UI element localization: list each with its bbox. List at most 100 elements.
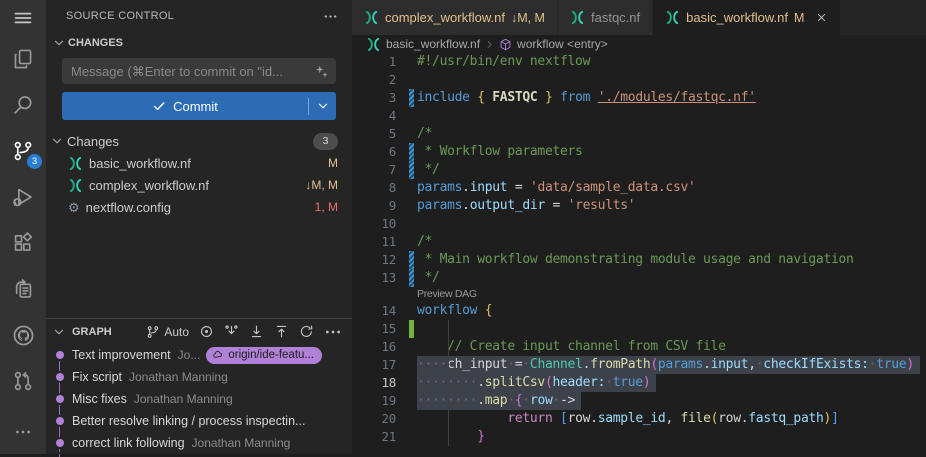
code-line[interactable]: 6 * Workflow parameters [352,143,926,161]
target-icon[interactable] [199,324,214,339]
code-token: , [665,410,680,428]
pull-icon[interactable] [249,324,264,339]
code-line[interactable]: 10 [352,215,926,233]
code-token: header: [553,375,606,390]
commit-button[interactable]: Commit [62,92,336,120]
breadcrumb-item[interactable]: basic_workflow.nf [366,37,480,52]
code-token [553,410,561,428]
code-line[interactable]: 13 */ [352,269,926,287]
push-icon[interactable] [274,324,289,339]
code-line[interactable]: 19········.map·{·row·-> [352,392,926,410]
commit-dot [56,417,64,425]
tab-fastqc-nf[interactable]: fastqc.nf [558,0,653,35]
code-line[interactable]: 16 // Create input channel from CSV file [352,338,926,356]
code-line[interactable]: 17····ch_input·=·Channel.fromPath(params… [352,356,926,374]
line-gutter: 8 [352,179,417,197]
code-line[interactable]: 3include { FASTQC } from './modules/fast… [352,89,926,107]
search-button[interactable] [0,82,46,128]
line-gutter: 11 [352,233,417,251]
codelens-link[interactable]: Preview DAG [417,287,477,302]
run-debug-icon [12,186,34,208]
explorer-button[interactable] [0,36,46,82]
code-token: . [462,179,470,197]
source-control-button[interactable]: 3 [0,128,46,174]
line-gutter: 2 [352,71,417,89]
source-control-sidebar: SOURCE CONTROL CHANGES Commit Changes 3 … [46,0,352,454]
code-token: */ [417,161,440,179]
pull-request-button[interactable] [0,358,46,404]
tab-label: basic_workflow.nf [686,10,788,25]
code-line[interactable]: 20 return [row.sample_id, file(row.fastq… [352,410,926,428]
breadcrumb-item[interactable]: workflow <entry> [499,37,608,51]
commit-message-input[interactable] [62,64,314,79]
code-token: ] [831,410,839,428]
commit-row[interactable]: Text improvementJo...origin/ide-featu... [46,344,352,366]
menu-button[interactable] [0,0,46,36]
graph-section: GRAPH Auto Text improvementJo...origin/i… [46,318,352,454]
sparkle-icon[interactable] [314,64,336,79]
code-line[interactable]: 11/* [352,233,926,251]
selection-highlight: ········.map·{·row·-> [417,392,581,410]
tab-basic_workflow-nf[interactable]: basic_workflow.nf M [653,0,841,35]
commit-dot [56,439,64,447]
code-token: input [470,179,508,197]
code-line[interactable]: 21 } [352,428,926,446]
code-token: { [485,302,493,320]
tab-complex_workflow-nf[interactable]: complex_workflow.nf↓M, M [352,0,558,35]
commit-row[interactable]: Fix scriptJonathan Manning [46,366,352,388]
code-token: map [485,393,508,408]
code-line[interactable]: 15 [352,320,926,338]
code-token: . [703,357,711,372]
file-decoration: 1, M [315,200,338,214]
code-token: file [681,410,711,428]
more-actions-icon[interactable] [324,323,342,341]
commit-message-box [62,58,336,84]
code-line[interactable]: 5/* [352,125,926,143]
code-line[interactable]: 18········.splitCsv(header:·true) [352,374,926,392]
changes-tree-header[interactable]: Changes 3 [46,130,352,152]
fetch-icon[interactable] [224,324,239,339]
commit-row[interactable]: correct link followingJonathan Manning [46,432,352,454]
changed-file-row[interactable]: complex_workflow.nf↓M, M [46,174,352,196]
tab-decoration: M [794,11,804,25]
more-button[interactable] [0,410,46,454]
code-token: · [522,393,530,408]
code-line[interactable]: 9params.output_dir = 'results' [352,197,926,215]
changed-file-row[interactable]: ⚙nextflow.config1, M [46,196,352,218]
commit-row[interactable]: Misc fixesJonathan Manning [46,388,352,410]
line-gutter: 15 [352,320,417,338]
commit-dropdown-button[interactable] [309,99,336,113]
github-icon [12,324,35,347]
refresh-icon[interactable] [299,324,314,339]
github-button[interactable] [0,312,46,358]
code-token: return [507,410,552,428]
code-line[interactable]: 1#!/usr/bin/env nextflow [352,53,926,71]
branch-ref-badge[interactable]: origin/ide-featu... [206,347,322,364]
nextflow-icon [570,10,585,25]
modified-gutter-marker [409,143,414,161]
code-line[interactable]: 2 [352,71,926,89]
line-gutter: 6 [352,143,417,161]
extensions-button[interactable] [0,220,46,266]
chevron-down-icon[interactable] [52,325,66,339]
run-debug-button[interactable] [0,174,46,220]
line-gutter: 10 [352,215,417,233]
changed-file-row[interactable]: basic_workflow.nfM [46,152,352,174]
modified-gutter-marker [409,251,414,269]
document-sync-button[interactable] [0,266,46,312]
code-token: workflow [417,302,485,320]
code-line[interactable]: 14workflow { [352,302,926,320]
cube-icon [499,38,512,51]
code-line[interactable]: 12 * Main workflow demonstrating module … [352,251,926,269]
more-actions-icon[interactable] [323,9,338,24]
changes-section-header[interactable]: CHANGES [46,32,352,54]
code-token: row [718,410,741,428]
auto-branch-picker[interactable]: Auto [146,325,189,339]
code-line[interactable]: 4 [352,107,926,125]
code-token: ) [906,357,914,372]
code-token: . [583,357,591,372]
code-line[interactable]: 7 */ [352,161,926,179]
close-icon[interactable] [815,11,828,24]
commit-row[interactable]: Better resolve linking / process inspect… [46,410,352,432]
code-line[interactable]: 8params.input = 'data/sample_data.csv' [352,179,926,197]
